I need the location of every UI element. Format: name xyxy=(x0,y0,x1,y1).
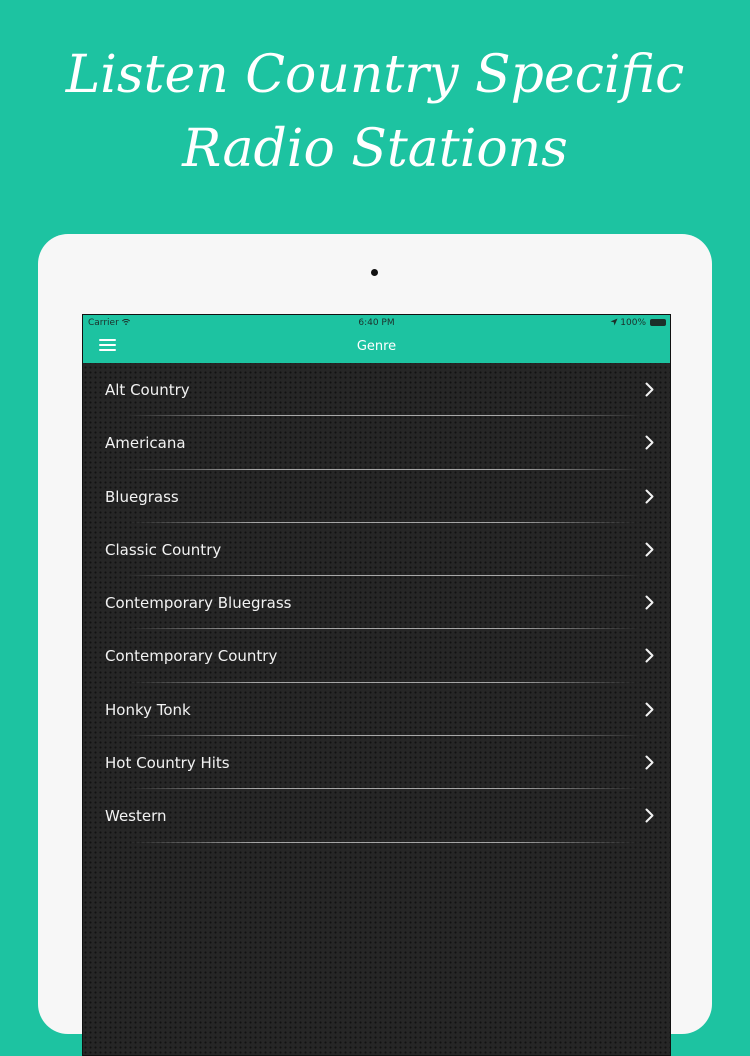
tablet-frame: Carrier 6:40 PM 100% Genre Alt Country Am… xyxy=(38,234,712,1056)
genre-row[interactable]: Americana xyxy=(83,416,670,470)
genre-label: Contemporary Bluegrass xyxy=(105,594,292,613)
location-arrow-icon xyxy=(610,318,618,326)
genre-row[interactable]: Contemporary Country xyxy=(83,629,670,683)
chevron-right-icon xyxy=(645,755,654,770)
promo-line-2: Radio Stations xyxy=(182,119,568,179)
genre-row[interactable]: Western xyxy=(83,789,670,843)
chevron-right-icon xyxy=(645,489,654,504)
chevron-right-icon xyxy=(645,648,654,663)
app-screen: Carrier 6:40 PM 100% Genre Alt Country Am… xyxy=(82,314,671,1056)
genre-row[interactable]: Bluegrass xyxy=(83,470,670,523)
chevron-right-icon xyxy=(645,595,654,610)
chevron-right-icon xyxy=(645,435,654,450)
genre-row[interactable]: Classic Country xyxy=(83,523,670,577)
genre-row[interactable]: Hot Country Hits xyxy=(83,736,670,790)
chevron-right-icon xyxy=(645,702,654,717)
chevron-right-icon xyxy=(645,382,654,397)
genre-row[interactable]: Contemporary Bluegrass xyxy=(83,576,670,630)
row-separator xyxy=(127,841,640,843)
genre-row[interactable]: Alt Country xyxy=(83,363,670,417)
promo-headline: Listen Country Specific Radio Stations xyxy=(0,38,750,186)
genre-label: Western xyxy=(105,807,167,826)
chevron-right-icon xyxy=(645,808,654,823)
genre-row[interactable]: Honky Tonk xyxy=(83,683,670,737)
genre-label: Americana xyxy=(105,434,186,453)
genre-label: Alt Country xyxy=(105,381,190,399)
genre-list: Alt Country Americana Bluegrass Classic Cou… xyxy=(83,363,670,843)
promo-line-1: Listen Country Specific xyxy=(65,45,685,105)
chevron-right-icon xyxy=(645,542,654,557)
status-time: 6:40 PM xyxy=(358,318,395,328)
battery-icon xyxy=(650,319,666,326)
genre-label: Bluegrass xyxy=(105,487,179,506)
page-title: Genre xyxy=(356,339,397,354)
navigation-bar: Carrier 6:40 PM 100% Genre xyxy=(83,315,670,363)
genre-label: Contemporary Country xyxy=(105,647,278,666)
genre-label: Hot Country Hits xyxy=(105,754,230,773)
battery-percent: 100% xyxy=(620,318,646,328)
genre-label: Honky Tonk xyxy=(105,700,191,719)
genre-label: Classic Country xyxy=(105,540,222,559)
camera-dot xyxy=(371,269,378,276)
